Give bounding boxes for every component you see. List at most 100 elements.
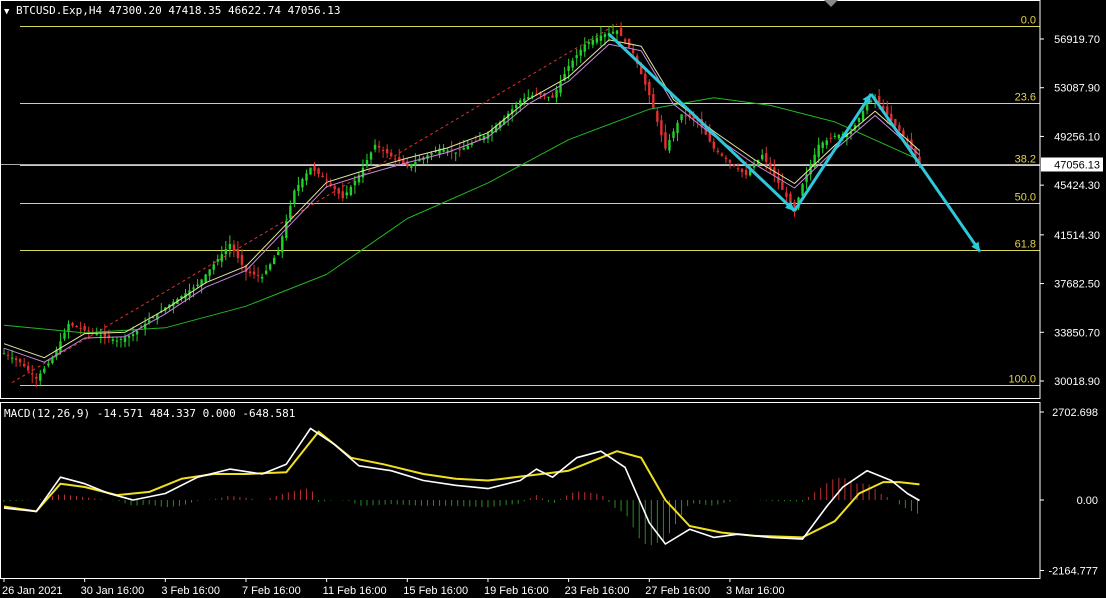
- candle-body: [894, 118, 897, 126]
- y-tick-label: 37682.50: [1054, 279, 1100, 291]
- candle-body: [442, 149, 445, 152]
- candle-body: [75, 325, 78, 328]
- candle-body: [740, 168, 744, 173]
- candle-body: [281, 236, 284, 253]
- candle-body: [672, 131, 675, 139]
- candle-body: [119, 338, 123, 340]
- candle-body: [321, 175, 324, 178]
- candle-body: [660, 120, 663, 136]
- macd-values-label: MACD(12,26,9) -14.571 484.337 0.000 -648…: [4, 407, 296, 420]
- candle-body: [14, 358, 18, 360]
- candle-body: [664, 132, 667, 149]
- candle-body: [317, 168, 320, 175]
- fib-level-label: 50.0: [1015, 192, 1036, 204]
- candle-body: [462, 147, 465, 150]
- y-tick-label: 30018.90: [1054, 376, 1100, 388]
- candle-body: [869, 100, 873, 102]
- candle-body: [345, 192, 349, 196]
- candle-body: [6, 354, 10, 356]
- candle-body: [761, 154, 764, 160]
- candle-body: [571, 60, 574, 68]
- candle-body: [817, 144, 820, 157]
- macd-y-tick-label: 2702.698: [1052, 407, 1098, 419]
- candle-body: [260, 276, 264, 279]
- candle-body: [365, 160, 369, 166]
- candle-body: [236, 249, 240, 258]
- candle-body: [676, 122, 679, 134]
- x-tick-label: 30 Jan 16:00: [81, 585, 145, 597]
- candle-body: [232, 244, 236, 251]
- collapse-icon[interactable]: ▼: [4, 7, 9, 17]
- candle-body: [732, 164, 736, 166]
- candle-body: [458, 149, 461, 151]
- candle-body: [410, 164, 413, 169]
- candle-body: [333, 185, 336, 190]
- candle-body: [43, 368, 46, 373]
- candle-body: [684, 115, 687, 117]
- candle-body: [781, 181, 784, 190]
- y-tick-label: 41514.30: [1054, 230, 1100, 242]
- candle-body: [59, 341, 62, 353]
- price-panel: 0.0 23.6 38.2 50.0 61.8 100.0: [0, 15, 1040, 388]
- candle-body: [389, 152, 393, 157]
- candle-body: [708, 132, 711, 142]
- candle-body: [313, 166, 316, 171]
- fib-level-label: 0.0: [1021, 15, 1036, 27]
- candle-body: [623, 39, 627, 42]
- candle-body: [547, 96, 550, 98]
- candle-body: [591, 39, 595, 45]
- candle-body: [720, 153, 724, 156]
- candle-body: [10, 357, 14, 359]
- candle-body: [39, 373, 42, 381]
- candle-body: [26, 365, 30, 371]
- candle-body: [555, 89, 558, 98]
- x-tick-label: 7 Feb 16:00: [242, 585, 301, 597]
- candle-body: [752, 165, 756, 168]
- candle-body: [724, 157, 728, 160]
- candle-body: [466, 145, 470, 150]
- candle-body: [87, 330, 90, 332]
- x-tick-label: 26 Jan 2021: [2, 585, 63, 597]
- candle-body: [680, 114, 683, 120]
- candle-body: [837, 134, 841, 139]
- candle-body: [79, 327, 82, 329]
- macd-panel: [3, 427, 920, 546]
- fib-level-label: 100.0: [1008, 374, 1036, 386]
- candle-body: [765, 153, 768, 162]
- candle-body: [268, 264, 272, 270]
- candle-body: [430, 153, 433, 155]
- candle-body: [785, 192, 788, 197]
- y-tick-label: 49256.10: [1054, 131, 1100, 143]
- candle-body: [135, 330, 139, 335]
- candle-body: [627, 38, 631, 48]
- x-tick-label: 19 Feb 16:00: [484, 585, 549, 597]
- y-tick-label: 56919.70: [1054, 34, 1100, 46]
- candle-body: [567, 65, 570, 71]
- chart-canvas[interactable]: 0.0 23.6 38.2 50.0 61.8 100.0 56919.70 53087.9…: [0, 0, 1106, 598]
- wave-arrow-line: [607, 33, 796, 212]
- candle-body: [293, 190, 296, 204]
- candle-body: [394, 158, 397, 160]
- candle-body: [115, 340, 119, 342]
- candle-body: [71, 323, 74, 326]
- candle-body: [256, 274, 260, 276]
- candle-body: [369, 152, 373, 160]
- candle-body: [2, 353, 6, 355]
- candle-body: [212, 264, 215, 270]
- candle-body: [192, 287, 195, 289]
- wave-arrow-line: [793, 93, 873, 212]
- candle-body: [833, 135, 837, 137]
- candle-body: [349, 186, 353, 196]
- candle-body: [95, 334, 98, 336]
- candle-body: [228, 243, 232, 250]
- candle-body: [67, 324, 70, 332]
- candle-body: [51, 358, 54, 364]
- candle-body: [559, 81, 562, 93]
- candle-body: [208, 269, 211, 276]
- candle-body: [668, 140, 671, 151]
- candle-body: [377, 145, 381, 148]
- y-tick-label: 53087.90: [1054, 83, 1100, 95]
- candle-body: [619, 28, 623, 37]
- candle-body: [35, 376, 38, 379]
- candle-body: [63, 332, 66, 339]
